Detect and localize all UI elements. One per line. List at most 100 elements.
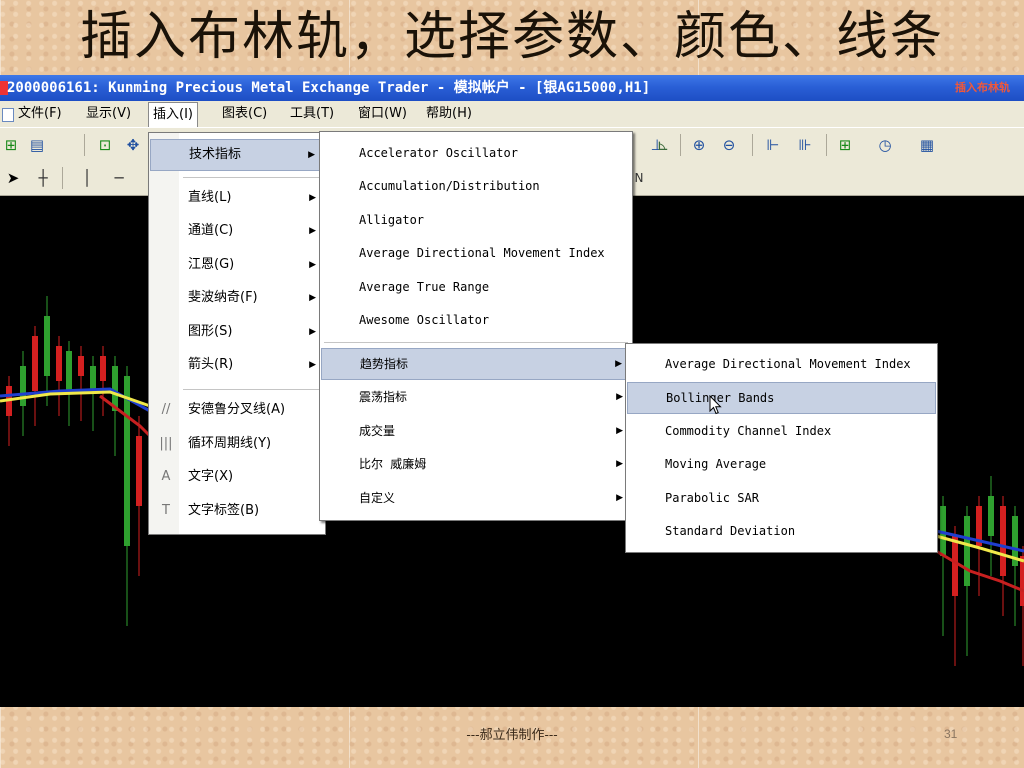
indicators-menu-item-i6[interactable]: 趋势指标 ▶ [321, 348, 631, 380]
insert-menu-item-i0[interactable]: 技术指标 ▶ [150, 139, 324, 171]
auto-scroll-icon[interactable]: ⊩ [762, 135, 784, 155]
trend-menu-item-standard-deviation[interactable]: Standard Deviation [627, 516, 936, 546]
menu-item-label: 震荡指标 [359, 390, 408, 404]
insert-menu-item-y[interactable]: ||| 循环周期线(Y) [150, 429, 324, 459]
candle [988, 496, 994, 536]
submenu-arrow-icon: ▶ [616, 426, 623, 436]
indicators-submenu: Accelerator Oscillator Accumulation/Distr… [319, 131, 633, 521]
indicators-icon[interactable]: ⊞ [834, 135, 856, 155]
window-titlebar[interactable]: 2000006161: Kunming Precious Metal Excha… [0, 75, 1024, 101]
menu-separator [183, 177, 321, 178]
indicators-menu-item-alligator[interactable]: Alligator [321, 205, 631, 235]
indicators-menu-item-i8[interactable]: 成交量 ▶ [321, 416, 631, 446]
candle [78, 356, 84, 376]
candle [66, 351, 72, 391]
candle [56, 346, 62, 381]
candle [1020, 556, 1024, 606]
menu-item-label: 图形(S) [188, 324, 233, 339]
profiles-icon[interactable]: ▤ [26, 135, 48, 155]
trend-menu-item-parabolic-sar[interactable]: Parabolic SAR [627, 483, 936, 513]
menu-item-label: Alligator [359, 213, 425, 227]
menu-item-label: 成交量 [359, 424, 396, 438]
zoom-in-icon[interactable]: ⊕ [688, 135, 710, 155]
menubar: 文件(F) 显示(V) 插入(I) 图表(C) 工具(T) 窗口(W) 帮助(H… [0, 101, 1024, 128]
insert-menu-item-x[interactable]: A 文字(X) [150, 462, 324, 492]
insert-menu-item-a[interactable]: // 安德鲁分叉线(A) [150, 395, 324, 425]
menu-tools[interactable]: 工具(T) [286, 101, 338, 127]
menu-view[interactable]: 显示(V) [82, 101, 135, 127]
templates-icon[interactable]: ▦ [916, 135, 938, 155]
periods-clock-icon[interactable]: ◷ [874, 135, 896, 155]
menu-item-label: Average Directional Movement Index [359, 246, 605, 260]
insert-menu-item-g[interactable]: 江恩(G) ▶ [150, 250, 324, 280]
menu-insert[interactable]: 插入(I) [148, 102, 198, 128]
menu-separator [324, 342, 628, 343]
insert-menu-item-s[interactable]: 图形(S) ▶ [150, 317, 324, 347]
menu-item-label: 文字(X) [188, 469, 234, 484]
crosshair-icon[interactable]: ┼ [32, 168, 54, 188]
menu-item-label: Awesome Oscillator [359, 313, 490, 327]
menu-separator [183, 389, 321, 390]
indicators-menu-item-average-true-range[interactable]: Average True Range [321, 272, 631, 302]
trend-menu-item-bollinger-bands[interactable]: Bollinger Bands [627, 382, 936, 414]
file-doc-icon [2, 108, 14, 122]
menu-charts[interactable]: 图表(C) [218, 101, 271, 127]
menu-help[interactable]: 帮助(H) [422, 101, 476, 127]
insert-menu-item-l[interactable]: 直线(L) ▶ [150, 183, 324, 213]
submenu-arrow-icon: ▶ [616, 493, 623, 503]
indicators-menu-item-awesome-oscillator[interactable]: Awesome Oscillator [321, 305, 631, 335]
indicators-menu-item-accelerator-oscillator[interactable]: Accelerator Oscillator [321, 138, 631, 168]
trend-menu-item-moving-average[interactable]: Moving Average [627, 449, 936, 479]
candle [1000, 506, 1006, 576]
chart-shift-icon[interactable]: ⊪ [794, 135, 816, 155]
mouse-cursor-icon [709, 395, 722, 415]
menu-item-icon: ||| [159, 436, 173, 451]
menu-item-label: Average True Range [359, 280, 490, 294]
menu-item-label: 趋势指标 [360, 357, 409, 371]
menu-item-icon: T [162, 503, 170, 518]
market-watch-icon[interactable]: ⊡ [94, 135, 116, 155]
indicators-menu-item-i7[interactable]: 震荡指标 ▶ [321, 382, 631, 412]
submenu-arrow-icon: ▶ [615, 359, 622, 369]
menu-item-icon: A [161, 469, 171, 484]
submenu-arrow-icon: ▶ [309, 327, 316, 337]
indicators-menu-item-accumulation-distribution[interactable]: Accumulation/Distribution [321, 171, 631, 201]
submenu-arrow-icon: ▶ [308, 150, 315, 160]
candle [90, 366, 96, 391]
insert-menu-item-r[interactable]: 箭头(R) ▶ [150, 350, 324, 380]
trend-menu-item-commodity-channel-index[interactable]: Commodity Channel Index [627, 416, 936, 446]
submenu-arrow-icon: ▶ [309, 226, 316, 236]
insert-menu-item-c[interactable]: 通道(C) ▶ [150, 216, 324, 246]
menu-item-label: 江恩(G) [188, 257, 235, 272]
candle [124, 376, 130, 546]
menu-item-label: 循环周期线(Y) [188, 436, 272, 451]
vertical-line-icon[interactable]: │ [76, 168, 98, 188]
navigator-icon[interactable]: ✥ [122, 135, 144, 155]
zoom-out-icon[interactable]: ⊖ [718, 135, 740, 155]
insert-menu-item-f[interactable]: 斐波纳奇(F) ▶ [150, 283, 324, 313]
menu-item-icon: // [161, 402, 171, 417]
insert-menu-item-b[interactable]: T 文字标签(B) [150, 496, 324, 526]
trend-menu-item-average-directional-movement-index[interactable]: Average Directional Movement Index [627, 349, 936, 379]
indicators-menu-item-i10[interactable]: 自定义 ▶ [321, 483, 631, 513]
line-chart-icon[interactable]: ⊾ [652, 135, 674, 155]
menu-window[interactable]: 窗口(W) [354, 101, 411, 127]
candle [32, 336, 38, 391]
slide-page-number: 31 [944, 727, 958, 741]
menu-file[interactable]: 文件(F) [14, 101, 66, 127]
cursor-arrow-icon[interactable]: ➤ [2, 168, 24, 188]
candle [136, 436, 142, 506]
submenu-arrow-icon: ▶ [616, 459, 623, 469]
indicators-menu-item-average-directional-movement-index[interactable]: Average Directional Movement Index [321, 238, 631, 268]
candle [44, 316, 50, 376]
menu-item-label: Standard Deviation [665, 524, 796, 538]
menu-item-label: Accumulation/Distribution [359, 179, 540, 193]
indicators-menu-item-i9[interactable]: 比尔 威廉姆 ▶ [321, 449, 631, 479]
menu-item-label: 技术指标 [189, 147, 242, 162]
horizontal-line-icon[interactable]: ─ [108, 168, 130, 188]
candle [964, 516, 970, 586]
new-chart-icon[interactable]: ⊞ [0, 135, 22, 155]
window-title: 2000006161: Kunming Precious Metal Excha… [7, 80, 651, 96]
menu-item-label: Parabolic SAR [665, 491, 759, 505]
candle [100, 356, 106, 381]
